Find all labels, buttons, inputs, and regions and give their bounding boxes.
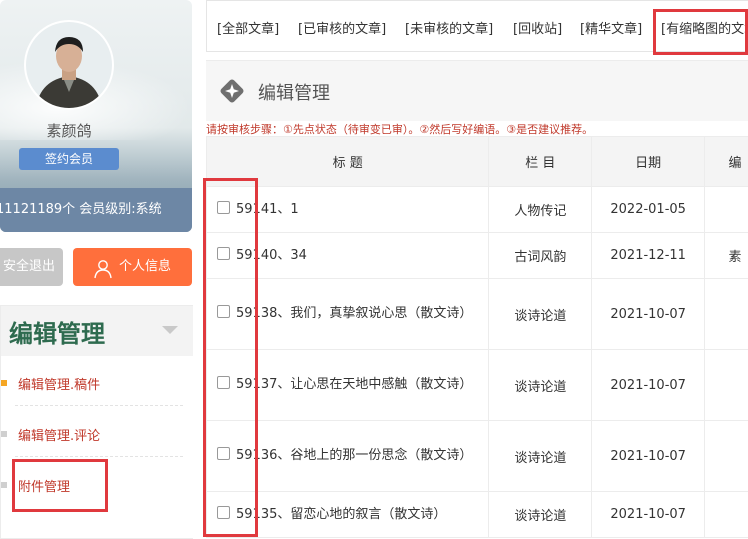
article-column: 人物传记 bbox=[489, 187, 592, 233]
article-date: 2021-12-11 bbox=[592, 233, 705, 279]
logout-button[interactable]: 安全退出 bbox=[0, 248, 63, 286]
tab-recycle-bin[interactable]: [回收站] bbox=[513, 18, 562, 37]
article-column: 谈诗论道 bbox=[489, 421, 592, 492]
section-title: 编辑管理 bbox=[258, 79, 330, 105]
profile-info-label: 个人信息 bbox=[119, 248, 171, 286]
table-row: 59135、留恋心地的叙言（散文诗） 谈诗论道 2021-10-07 bbox=[207, 492, 748, 538]
bullet-icon bbox=[1, 431, 7, 437]
article-title-link[interactable]: 59136、谷地上的那一份思念（散文诗） bbox=[236, 448, 472, 463]
article-date: 2022-01-05 bbox=[592, 187, 705, 233]
column-header-column: 栏 目 bbox=[489, 137, 592, 187]
section-header: 编辑管理 bbox=[206, 60, 748, 121]
bullet-icon bbox=[1, 380, 7, 386]
article-title-link[interactable]: 59135、留恋心地的叙言（散文诗） bbox=[236, 507, 446, 522]
profile-card: 素颜鸽 签约会员 11121189个 会员级别:系统 bbox=[0, 0, 192, 232]
chevron-down-icon bbox=[162, 326, 178, 334]
user-icon bbox=[93, 257, 113, 277]
sidebar-item-label: 编辑管理.稿件 bbox=[18, 374, 100, 393]
table-row: 59140、34 古词风韵 2021-12-11 素 bbox=[207, 233, 748, 279]
checkbox-column-highlight bbox=[203, 178, 258, 537]
profile-info-button[interactable]: 个人信息 bbox=[73, 248, 192, 286]
article-table: 标 题 栏 目 日期 编 59141、1 人物传记 2022-01-05 591… bbox=[206, 136, 748, 538]
article-column: 谈诗论道 bbox=[489, 492, 592, 538]
article-author bbox=[705, 492, 748, 538]
sidebar-menu-header[interactable]: 编辑管理 bbox=[1, 306, 193, 356]
sidebar-item-label: 编辑管理.评论 bbox=[18, 425, 100, 444]
article-date: 2021-10-07 bbox=[592, 421, 705, 492]
sidebar-menu-title: 编辑管理 bbox=[9, 314, 105, 349]
sidebar: 素颜鸽 签约会员 11121189个 会员级别:系统 安全退出 个人信息 编辑管… bbox=[0, 0, 194, 537]
article-column: 古词风韵 bbox=[489, 233, 592, 279]
sidebar-item-comments[interactable]: 编辑管理.评论 bbox=[1, 412, 181, 456]
divider bbox=[15, 456, 183, 457]
table-header-row: 标 题 栏 目 日期 编 bbox=[207, 137, 748, 187]
tab-all-articles[interactable]: [全部文章] bbox=[217, 18, 279, 37]
table-row: 59141、1 人物传记 2022-01-05 bbox=[207, 187, 748, 233]
sidebar-item-articles[interactable]: 编辑管理.稿件 bbox=[1, 361, 181, 405]
article-date: 2021-10-07 bbox=[592, 279, 705, 350]
article-date: 2021-10-07 bbox=[592, 492, 705, 538]
article-author: 素 bbox=[705, 233, 748, 279]
avatar[interactable] bbox=[26, 22, 112, 108]
table-row: 59136、谷地上的那一份思念（散文诗） 谈诗论道 2021-10-07 bbox=[207, 421, 748, 492]
article-title-link[interactable]: 59137、让心思在天地中感触（散文诗） bbox=[236, 377, 472, 392]
article-column: 谈诗论道 bbox=[489, 279, 592, 350]
column-header-date: 日期 bbox=[592, 137, 705, 187]
article-author bbox=[705, 279, 748, 350]
username: 素颜鸽 bbox=[0, 120, 138, 141]
table-row: 59138、我们，真挚叙说心思（散文诗） 谈诗论道 2021-10-07 bbox=[207, 279, 748, 350]
table-row: 59137、让心思在天地中感触（散文诗） 谈诗论道 2021-10-07 bbox=[207, 350, 748, 421]
article-author bbox=[705, 187, 748, 233]
thumbnail-tab-highlight bbox=[653, 9, 748, 55]
article-author bbox=[705, 350, 748, 421]
tab-featured-articles[interactable]: [精华文章] bbox=[580, 18, 642, 37]
column-header-author: 编 bbox=[705, 137, 748, 187]
bullet-icon bbox=[1, 482, 7, 488]
article-title-link[interactable]: 59138、我们，真挚叙说心思（散文诗） bbox=[236, 306, 472, 321]
tab-pending-articles[interactable]: [未审核的文章] bbox=[405, 18, 493, 37]
main-content: [全部文章] [已审核的文章] [未审核的文章] [回收站] [精华文章] [有… bbox=[206, 0, 748, 537]
attachments-highlight bbox=[12, 459, 108, 512]
tab-approved-articles[interactable]: [已审核的文章] bbox=[298, 18, 386, 37]
article-author bbox=[705, 421, 748, 492]
divider bbox=[15, 405, 183, 406]
article-column: 谈诗论道 bbox=[489, 350, 592, 421]
member-badge: 签约会员 bbox=[19, 148, 119, 170]
review-steps-notice: 请按审核步骤：①先点状态（待审变已审）。②然后写好编语。③是否建议推荐。 bbox=[206, 121, 593, 137]
diamond-icon bbox=[218, 77, 246, 105]
article-date: 2021-10-07 bbox=[592, 350, 705, 421]
member-stats: 11121189个 会员级别:系统 bbox=[0, 188, 192, 232]
